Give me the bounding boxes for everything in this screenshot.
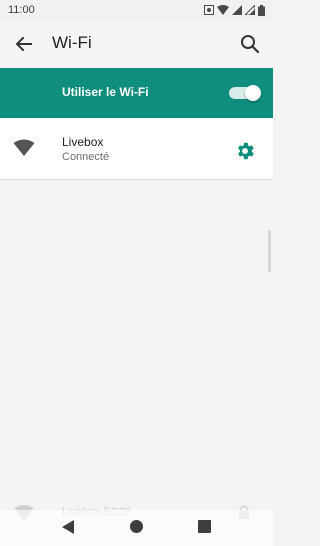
status-time: 11:00 xyxy=(8,4,35,16)
search-icon[interactable] xyxy=(239,33,261,55)
circle-home-icon[interactable] xyxy=(130,520,143,533)
signal-2-icon xyxy=(245,5,255,15)
wifi-switch[interactable] xyxy=(229,85,261,101)
status-icons xyxy=(204,4,265,16)
wifi-status-icon xyxy=(217,5,229,15)
wifi-signal-icon xyxy=(13,139,35,156)
square-recents-icon[interactable] xyxy=(198,520,211,533)
scrollbar[interactable] xyxy=(268,230,271,272)
arrow-left-icon[interactable] xyxy=(14,34,34,54)
app-bar: Wi-Fi xyxy=(0,20,273,68)
network-list-area xyxy=(0,180,273,510)
network-name: Livebox xyxy=(62,135,104,149)
network-status: Connecté xyxy=(62,151,110,163)
navigation-bar xyxy=(0,510,273,546)
gear-icon[interactable] xyxy=(234,140,256,162)
network-row-livebox[interactable]: Livebox Connecté xyxy=(0,118,273,180)
triangle-back-icon[interactable] xyxy=(61,519,75,535)
battery-icon xyxy=(258,4,265,16)
switch-thumb xyxy=(245,85,261,101)
wifi-toggle-label: Utiliser le Wi-Fi xyxy=(62,85,149,99)
signal-icon xyxy=(232,5,242,15)
wifi-toggle-bar[interactable]: Utiliser le Wi-Fi xyxy=(0,68,273,118)
page-title: Wi-Fi xyxy=(52,33,92,52)
notification-icon xyxy=(204,5,214,15)
status-bar: 11:00 xyxy=(0,0,273,20)
